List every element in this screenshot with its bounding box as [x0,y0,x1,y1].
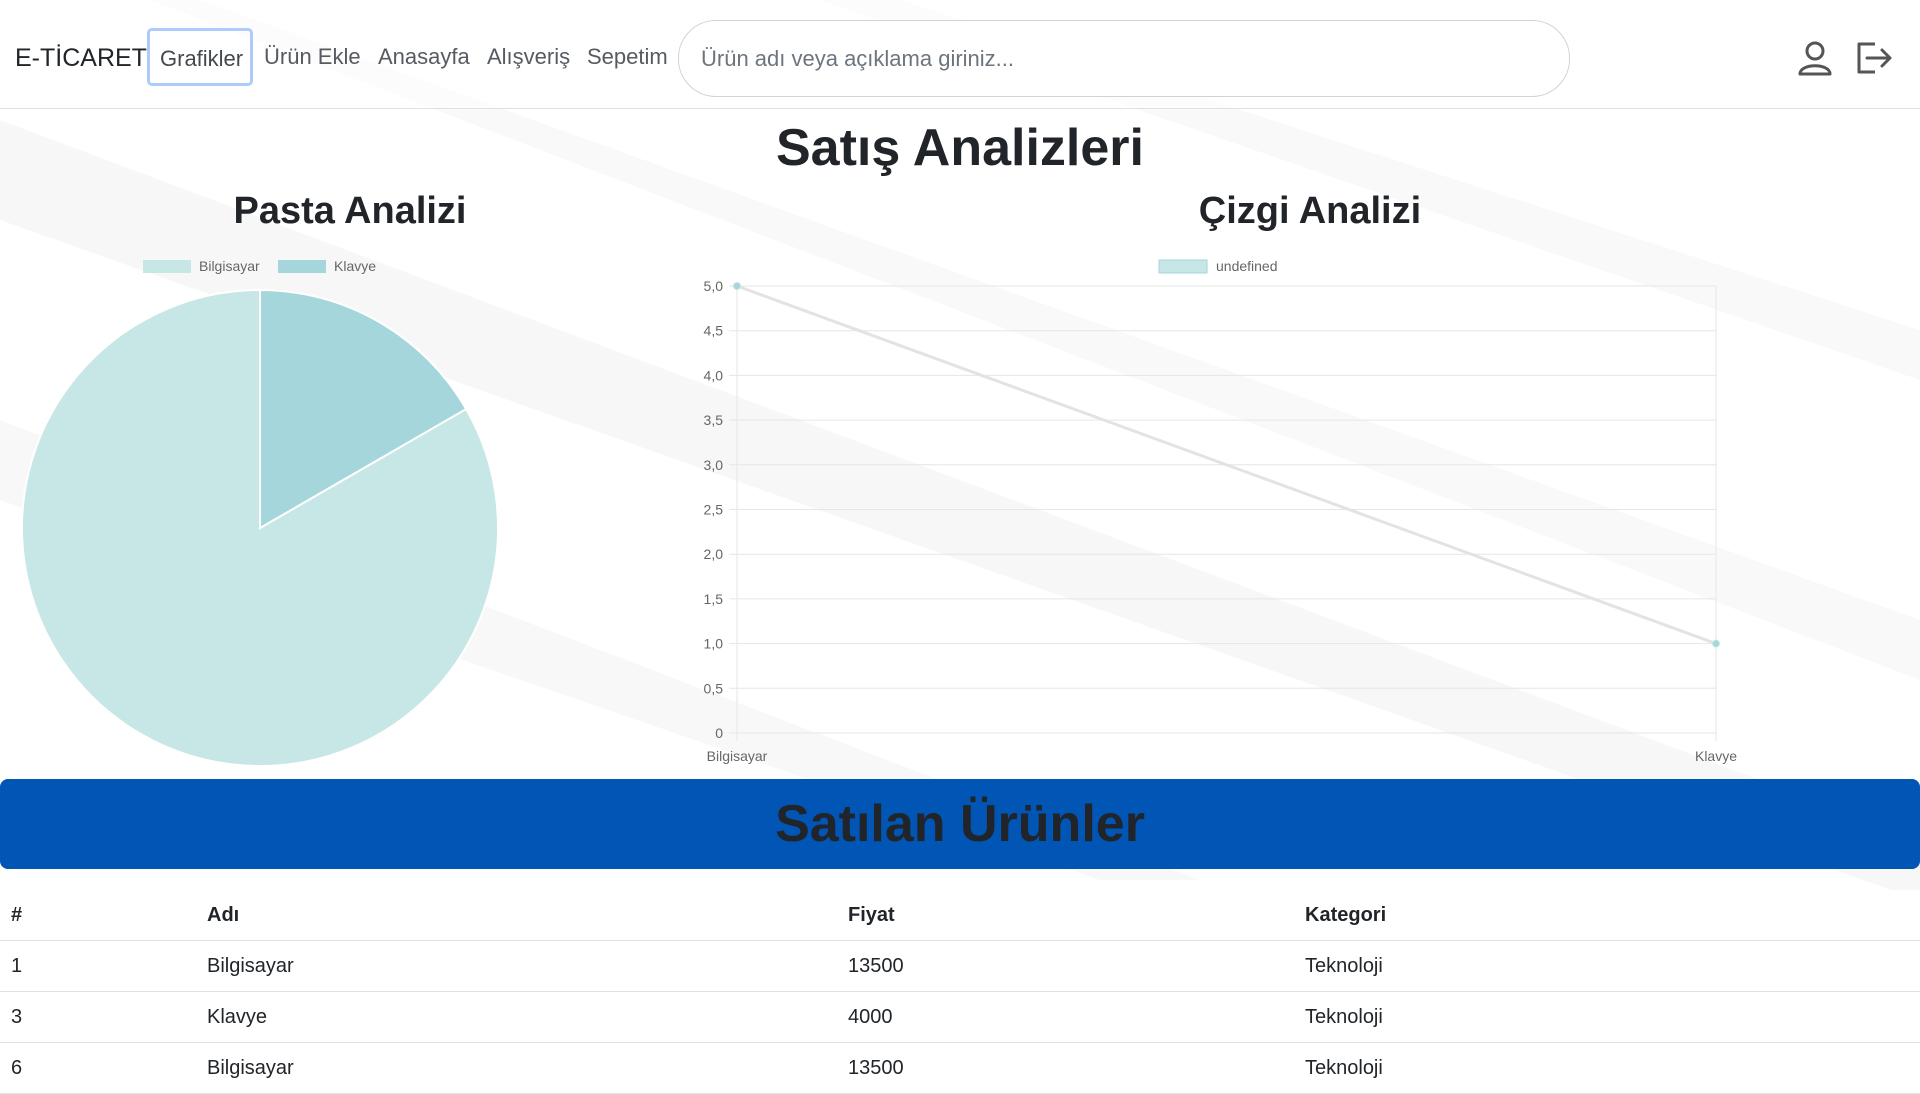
column-header-name: Adı [196,890,837,941]
page-title: Satış Analizleri [776,119,1144,177]
table-row: 6 Bilgisayar 13500 Teknoloji [0,1042,1920,1094]
y-tick-label: 1,5 [704,591,724,607]
pie-legend: Bilgisayar Klavye [143,258,376,274]
y-tick-label: 3,5 [704,412,724,428]
y-tick-label: 4,0 [704,367,724,383]
column-header-id: # [0,890,196,941]
cell-price: 13500 [837,940,1294,992]
cell-category: Teknoloji [1294,1042,1920,1094]
y-tick-label: 4,5 [704,323,724,339]
y-tick-label: 0,5 [704,680,724,696]
nav-link-label: Grafikler [160,46,244,71]
cell-id: 6 [0,1042,196,1094]
cell-price: 4000 [837,991,1294,1043]
table-header-row: # Adı Fiyat Kategori [0,890,1920,941]
y-tick-label: 5,0 [704,278,724,294]
line-point [1712,639,1720,648]
brand-logo[interactable]: E-TİCARET [15,44,147,73]
x-tick-label: Bilgisayar [707,748,768,764]
logout-icon[interactable] [1853,38,1893,78]
y-tick-label: 2,0 [704,546,724,562]
line-chart-title: Çizgi Analizi [1198,190,1422,232]
user-icon[interactable] [1795,38,1835,78]
cell-category: Teknoloji [1294,991,1920,1043]
search-input[interactable] [678,20,1570,97]
cell-id: 1 [0,940,196,992]
nav-link-grafikler[interactable]: Grafikler [147,28,253,86]
y-tick-label: 2,5 [704,502,724,518]
pie-legend-label: Bilgisayar [199,258,260,274]
pie-legend-label: Klavye [334,258,376,274]
y-tick-label: 3,0 [704,457,724,473]
y-tick-label: 1,0 [704,636,724,652]
cell-name: Bilgisayar [196,1042,837,1094]
line-point [733,282,741,290]
column-header-category: Kategori [1294,890,1920,941]
line-legend-swatch [1158,259,1208,274]
charts-canvas: Bilgisayar Klavye 0 0,5 1,0 1,5 2,0 2,5 3,0 3,5 4… [21,258,1738,767]
line-legend-label: undefined [1216,258,1278,274]
cell-name: Klavye [196,991,837,1043]
column-header-price: Fiyat [837,890,1294,941]
cell-price: 13500 [837,1042,1294,1094]
navbar: E-TİCARET Grafikler Ürün Ekle Anasayfa A… [0,0,1920,109]
pie-legend-swatch [278,260,326,273]
cell-category: Teknoloji [1294,940,1920,992]
nav-link-sepetim[interactable]: Sepetim [587,44,668,70]
pie-legend-swatch [143,260,191,273]
sold-products-banner: Satılan Ürünler [0,779,1920,869]
pie-chart-title: Pasta Analizi [233,190,467,232]
x-tick-label: Klavye [1695,748,1737,764]
nav-link-anasayfa[interactable]: Anasayfa [378,44,470,70]
table-row: 1 Bilgisayar 13500 Teknoloji [0,940,1920,992]
cell-name: Bilgisayar [196,940,837,992]
pie-chart [21,288,499,767]
nav-link-alisveris[interactable]: Alışveriş [487,44,570,70]
sold-products-table: # Adı Fiyat Kategori 1 Bilgisayar 13500 … [0,890,1920,1094]
line-chart: 0 0,5 1,0 1,5 2,0 2,5 3,0 3,5 4,0 4,5 5,0 Bilgisaya… [704,258,1738,764]
table-row: 3 Klavye 4000 Teknoloji [0,991,1920,1043]
y-tick-label: 0 [715,725,723,741]
cell-id: 3 [0,991,196,1043]
nav-link-urun-ekle[interactable]: Ürün Ekle [264,44,361,70]
sold-products-title: Satılan Ürünler [775,795,1145,853]
